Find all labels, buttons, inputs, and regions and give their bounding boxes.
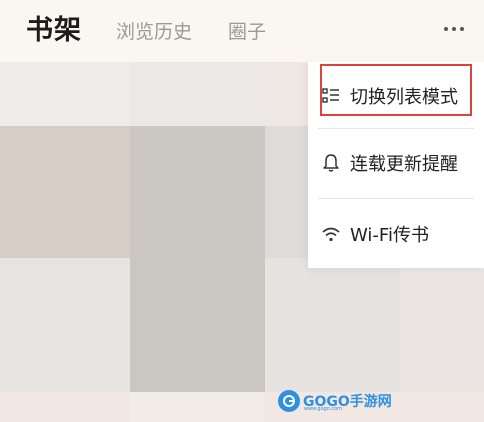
book-cover[interactable]: [130, 258, 265, 392]
book-cover[interactable]: [0, 126, 130, 258]
book-cover[interactable]: [265, 62, 308, 126]
tab-browse-history[interactable]: 浏览历史: [116, 17, 192, 44]
gogo-logo-icon: [278, 390, 300, 412]
bell-icon: [320, 152, 342, 174]
book-cover[interactable]: [265, 258, 400, 392]
book-cover[interactable]: [130, 392, 265, 422]
book-cover[interactable]: [0, 392, 130, 422]
highlight-box: [320, 64, 472, 116]
top-bar: 书架 浏览历史 圈子: [0, 0, 484, 62]
menu-item-update-reminder[interactable]: 连载更新提醒: [308, 139, 484, 187]
menu-item-label: Wi-Fi传书: [350, 225, 429, 246]
more-dots-icon[interactable]: [444, 24, 472, 34]
page-title-bookshelf[interactable]: 书架: [26, 8, 82, 47]
menu-divider: [318, 128, 474, 129]
book-cover[interactable]: [265, 126, 308, 258]
watermark: GOGO手游网 www.gogo.com: [278, 388, 398, 414]
book-cover[interactable]: [130, 126, 265, 258]
watermark-subtext: www.gogo.com: [304, 406, 343, 412]
menu-item-wifi-transfer[interactable]: Wi-Fi传书: [308, 210, 484, 258]
menu-item-label: 连载更新提醒: [350, 154, 458, 175]
book-cover[interactable]: [400, 258, 484, 392]
tab-circle[interactable]: 圈子: [228, 17, 266, 44]
book-cover[interactable]: [130, 62, 265, 126]
menu-divider: [318, 198, 474, 199]
book-cover[interactable]: [0, 258, 130, 392]
wifi-icon: [320, 223, 342, 245]
book-cover[interactable]: [0, 62, 130, 126]
